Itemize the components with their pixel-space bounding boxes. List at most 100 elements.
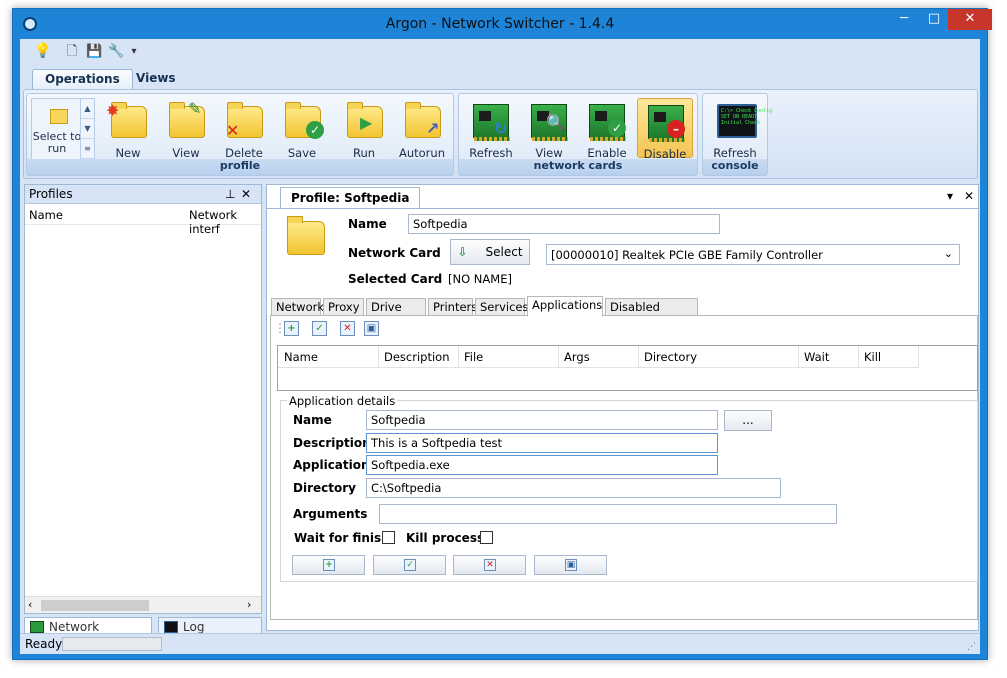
app-arguments-input[interactable] [379,504,837,524]
tab-services[interactable]: Services [475,298,529,316]
horizontal-scrollbar[interactable]: ‹ › [25,596,261,613]
tool-icon[interactable]: 🔧 [108,44,124,60]
column-network-interface[interactable]: Network interf [189,208,261,236]
ribbon-tab-bar: Operations Views [20,65,980,90]
new-document-icon[interactable]: 🗋 [64,44,80,60]
clear-app-button[interactable]: ▣ [534,555,607,575]
selected-card-label: Selected Card [348,272,443,286]
column-kill[interactable]: Kill [864,350,881,364]
document-list-icon[interactable]: ▾ [947,189,953,203]
scroll-right-icon[interactable]: › [247,598,251,611]
profile-document-tab[interactable]: Profile: Softpedia [280,187,421,209]
save-icon[interactable]: 💾 [86,44,102,60]
add-app-button[interactable]: + [292,555,365,575]
quick-access-toolbar: 💡 🗋 💾 🔧 ▾ [20,39,980,65]
maximize-button[interactable]: □ [919,9,949,30]
apply-application-icon[interactable]: ✓ [312,321,327,336]
app-application-input[interactable] [366,455,718,475]
enable-card-button[interactable]: ✓ Enable [579,98,635,160]
disable-card-button[interactable]: – Disable [637,98,693,161]
clear-application-icon[interactable]: ▣ [364,321,379,336]
app-directory-input[interactable] [366,478,781,498]
green-arrow-icon: ⇩ [457,245,468,259]
applications-grid[interactable]: Name Description File Args Directory Wai… [277,345,978,391]
delete-profile-button[interactable]: ✕ Delete [216,98,272,160]
column-file[interactable]: File [464,350,483,364]
add-icon: + [323,559,335,571]
tab-printers[interactable]: Printers [428,298,477,316]
save-profile-button[interactable]: ✓ Save [274,98,330,160]
customize-dropdown-icon[interactable]: ▾ [126,44,142,60]
profile-folder-icon [287,216,325,255]
tab-proxy[interactable]: Proxy [323,298,364,316]
gallery-scroller[interactable]: ▲ ▼ ≡ [80,99,94,159]
delete-app-button[interactable]: ✕ [453,555,526,575]
column-app-name[interactable]: Name [284,350,318,364]
app-name-input[interactable] [366,410,718,430]
profile-group-label: profile [27,159,453,175]
tab-network[interactable]: Network [271,298,324,316]
column-name[interactable]: Name [29,208,63,222]
network-card-icon [30,621,44,633]
select-card-button[interactable]: ⇩ Select [450,239,530,265]
app-description-input[interactable] [366,433,718,453]
tab-operations[interactable]: Operations [32,69,133,90]
close-pane-icon[interactable]: ✕ [241,187,251,201]
applications-grid-header: Name Description File Args Directory Wai… [278,346,919,368]
column-description[interactable]: Description [384,350,450,364]
title-bar[interactable]: Argon - Network Switcher - 1.4.4 ─ □ ✕ [13,9,992,39]
network-card-enable-icon: ✓ [589,104,626,141]
column-wait[interactable]: Wait [804,350,829,364]
resize-grip-icon[interactable]: ⋰ [967,642,976,652]
profile-name-label: Name [348,217,387,231]
wait-for-finish-label: Wait for finish [294,531,390,545]
network-card-dropdown[interactable]: [00000010] Realtek PCIe GBE Family Contr… [546,244,960,265]
new-profile-button[interactable]: ✸ New [100,98,156,160]
tab-applications[interactable]: Applications [527,296,603,317]
application-details-group: Application details Name ... Description… [280,394,978,582]
column-args[interactable]: Args [564,350,590,364]
refresh-cards-button[interactable]: ↻ Refresh [463,98,519,160]
chevron-down-icon: ⌄ [943,247,953,260]
pin-icon[interactable]: ⊥ [225,187,235,201]
application-details-legend: Application details [287,394,398,408]
profile-editor: Profile: Softpedia ▾ ✕ Name Network Card… [266,184,979,631]
minimize-button[interactable]: ─ [889,9,919,30]
app-menu-bulb-icon[interactable]: 💡 [32,43,54,61]
wait-for-finish-checkbox[interactable] [382,531,395,544]
add-application-icon[interactable]: + [284,321,299,336]
kill-process-label: Kill process [406,531,485,545]
tab-views[interactable]: Views [124,69,188,90]
window-title: Argon - Network Switcher - 1.4.4 [385,16,615,32]
tab-disabled-adapters[interactable]: Disabled Adapters [605,298,698,328]
select-to-run-gallery[interactable]: Select to run ▲ ▼ ≡ [31,98,95,160]
run-profile-button[interactable]: ▶ Run [336,98,392,160]
status-bar: Ready ⋰ [20,633,980,654]
profile-name-input[interactable] [408,214,720,234]
view-cards-button[interactable]: 🔍 View [521,98,577,160]
scroll-left-icon[interactable]: ‹ [28,598,32,611]
apply-icon: ✓ [404,559,416,571]
browse-button[interactable]: ... [724,410,772,431]
network-cards-group-label: network cards [459,159,697,175]
view-profile-button[interactable]: ✎ View [158,98,214,160]
status-text: Ready [25,637,63,651]
profiles-pane-title: Profiles [29,187,73,201]
apply-app-button[interactable]: ✓ [373,555,446,575]
close-document-icon[interactable]: ✕ [964,189,974,203]
network-card-label: Network Card [348,246,441,260]
kill-process-checkbox[interactable] [480,531,493,544]
app-window: Argon - Network Switcher - 1.4.4 ─ □ ✕ 💡… [12,8,992,660]
client-area: 💡 🗋 💾 🔧 ▾ Operations Views Select to run… [20,39,980,654]
autorun-profile-button[interactable]: ↗ Autorun [394,98,450,160]
scroll-thumb[interactable] [41,600,149,611]
column-directory[interactable]: Directory [644,350,697,364]
delete-application-icon[interactable]: ✕ [340,321,355,336]
select-to-run-label: Select to run [32,130,82,155]
app-arguments-label: Arguments [293,507,368,521]
console-group: C:\> Check Config SET ON READY Initial C… [702,93,772,176]
refresh-console-button[interactable]: C:\> Check Config SET ON READY Initial C… [707,98,772,160]
profiles-pane-header: Profiles ⊥ ✕ [25,185,261,204]
tab-drive-map[interactable]: Drive Map [366,298,426,328]
close-button[interactable]: ✕ [948,9,992,30]
